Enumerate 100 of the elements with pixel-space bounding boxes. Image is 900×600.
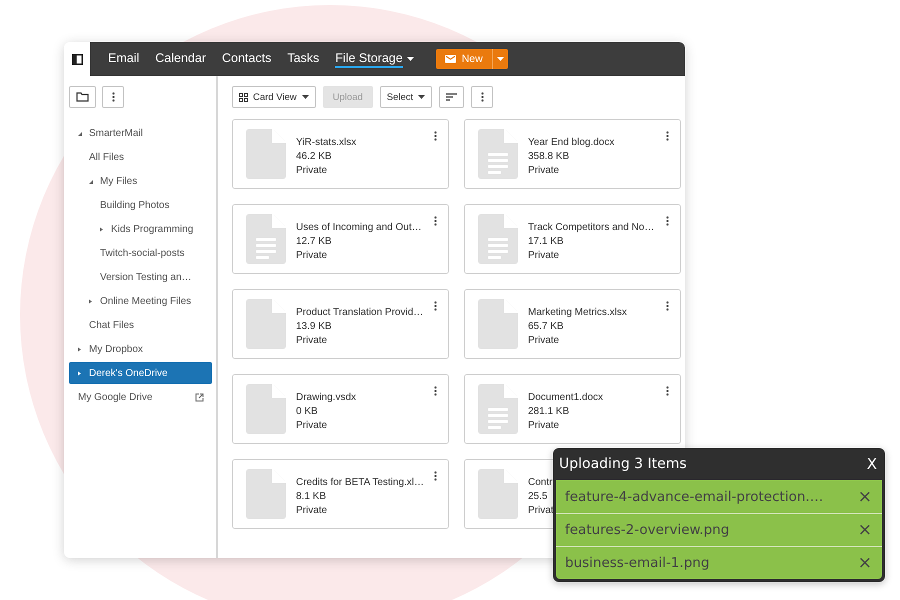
remove-button[interactable]: × — [856, 486, 874, 506]
file-sharing: Private — [528, 250, 560, 260]
remove-button[interactable]: × — [856, 553, 874, 573]
file-size: 46.2 KB — [296, 150, 333, 162]
file-card[interactable]: Document1.docx 281.1 KB Private — [464, 374, 681, 444]
file-icon — [246, 384, 286, 434]
more-icon — [666, 301, 669, 311]
sort-icon — [446, 93, 458, 101]
file-sharing: Private — [528, 334, 560, 346]
folder-item[interactable]: My Files — [69, 170, 212, 192]
document-icon — [478, 384, 518, 434]
file-card[interactable]: Year End blog.docx 358.8 KB Private — [464, 119, 681, 189]
file-name: Product Translation Provid… — [296, 306, 424, 318]
file-icon — [246, 299, 286, 349]
remove-button[interactable]: × — [856, 520, 874, 540]
nav-tab[interactable]: Contacts — [214, 50, 280, 68]
file-name: Marketing Metrics.xlsx — [528, 306, 627, 318]
close-button[interactable]: X — [864, 455, 879, 473]
file-icon — [246, 129, 286, 179]
file-size: 8.1 KB — [296, 490, 328, 502]
file-size: 12.7 KB — [296, 236, 333, 246]
caret-icon — [302, 95, 309, 99]
folder-icon — [76, 92, 89, 102]
file-sharing: Privat — [528, 504, 554, 516]
more-icon — [434, 301, 437, 311]
more-icon — [666, 386, 669, 396]
file-sharing: Private — [528, 420, 560, 430]
file-icon — [246, 469, 286, 519]
file-size: 0 KB — [296, 406, 319, 416]
more-icon — [666, 216, 669, 226]
document-icon — [246, 214, 286, 264]
select-dropdown[interactable]: Select — [380, 86, 432, 108]
file-card[interactable]: Product Translation Provid… 13.9 KB Private — [232, 289, 449, 359]
nav-tab[interactable]: Calendar — [147, 50, 214, 68]
more-icon — [666, 131, 669, 141]
folder-item[interactable]: All Files — [69, 146, 212, 168]
sidebar-toggle-icon[interactable] — [72, 54, 82, 64]
file-card[interactable]: Uses of Incoming and Out… 12.7 KB Private — [232, 204, 449, 274]
nav-tab[interactable]: Email — [100, 50, 148, 68]
nav-tab[interactable]: File Storage — [327, 50, 422, 68]
upload-file-name: features-2-overview.png — [565, 522, 730, 538]
file-size: 281.1 KB — [528, 406, 570, 416]
file-icon — [478, 469, 518, 519]
file-name: Contr — [528, 476, 554, 488]
folder-item[interactable]: Chat Files — [69, 314, 212, 336]
file-size: 25.5 — [528, 490, 548, 502]
document-icon — [478, 129, 518, 179]
file-name: Document1.docx — [528, 392, 604, 402]
file-sharing: Private — [296, 420, 328, 430]
more-icon — [434, 131, 437, 141]
folder-item[interactable]: Twitch-social-posts — [69, 242, 212, 264]
file-card[interactable]: Credits for BETA Testing.xl… 8.1 KB Private — [232, 459, 449, 529]
more-icon — [434, 216, 437, 226]
upload-file-name: business-email-1.png — [565, 555, 710, 571]
grid-icon — [239, 92, 248, 102]
file-size: 358.8 KB — [528, 150, 570, 162]
more-button[interactable] — [471, 86, 494, 108]
file-card[interactable]: Track Competitors and No… 17.1 KB Private — [464, 204, 681, 274]
more-icon — [480, 92, 484, 102]
caret-icon — [496, 57, 504, 61]
more-icon — [434, 386, 437, 396]
file-icon — [478, 299, 518, 349]
file-name: Track Competitors and No… — [528, 222, 654, 232]
file-name: YiR-stats.xlsx — [296, 136, 356, 148]
folder-item[interactable]: Version Testing an… — [69, 266, 212, 288]
file-sharing: Private — [296, 164, 328, 176]
new-folder-button[interactable] — [69, 86, 96, 108]
nav-tab[interactable]: Tasks — [279, 50, 328, 68]
file-sharing: Private — [296, 334, 328, 346]
file-name: Drawing.vsdx — [296, 392, 356, 402]
folder-item[interactable]: Building Photos — [69, 194, 212, 216]
file-name: Uses of Incoming and Out… — [296, 222, 422, 232]
file-size: 17.1 KB — [528, 236, 565, 246]
more-icon — [112, 92, 114, 102]
view-dropdown[interactable]: Card View — [232, 86, 316, 108]
caret-icon — [418, 95, 426, 99]
file-name: Year End blog.docx — [528, 136, 614, 148]
document-icon — [478, 214, 518, 264]
folder-item[interactable]: My Dropbox — [69, 338, 212, 360]
file-size: 13.9 KB — [296, 320, 333, 332]
file-card[interactable]: YiR-stats.xlsx 46.2 KB Private — [232, 119, 449, 189]
folder-item[interactable]: SmarterMail — [69, 122, 212, 144]
file-size: 65.7 KB — [528, 320, 565, 332]
folder-item[interactable]: Derek's OneDrive — [69, 362, 212, 384]
folder-item[interactable]: Online Meeting Files — [69, 290, 212, 312]
caret-icon — [406, 57, 414, 61]
more-button[interactable] — [102, 86, 124, 108]
more-icon — [434, 471, 437, 481]
file-card[interactable]: Marketing Metrics.xlsx 65.7 KB Private — [464, 289, 681, 359]
upload-panel-title: Uploading 3 Items — [559, 456, 687, 472]
folder-item[interactable]: Kids Programming — [69, 218, 212, 240]
external-link-icon[interactable] — [195, 392, 204, 402]
envelope-icon — [444, 55, 456, 63]
folder-item[interactable]: My Google Drive — [69, 386, 212, 408]
file-sharing: Private — [296, 504, 328, 516]
file-sharing: Private — [528, 164, 560, 176]
file-name: Credits for BETA Testing.xl… — [296, 476, 424, 488]
sort-button[interactable] — [439, 86, 464, 108]
file-sharing: Private — [296, 250, 328, 260]
file-card[interactable]: Drawing.vsdx 0 KB Private — [232, 374, 449, 444]
